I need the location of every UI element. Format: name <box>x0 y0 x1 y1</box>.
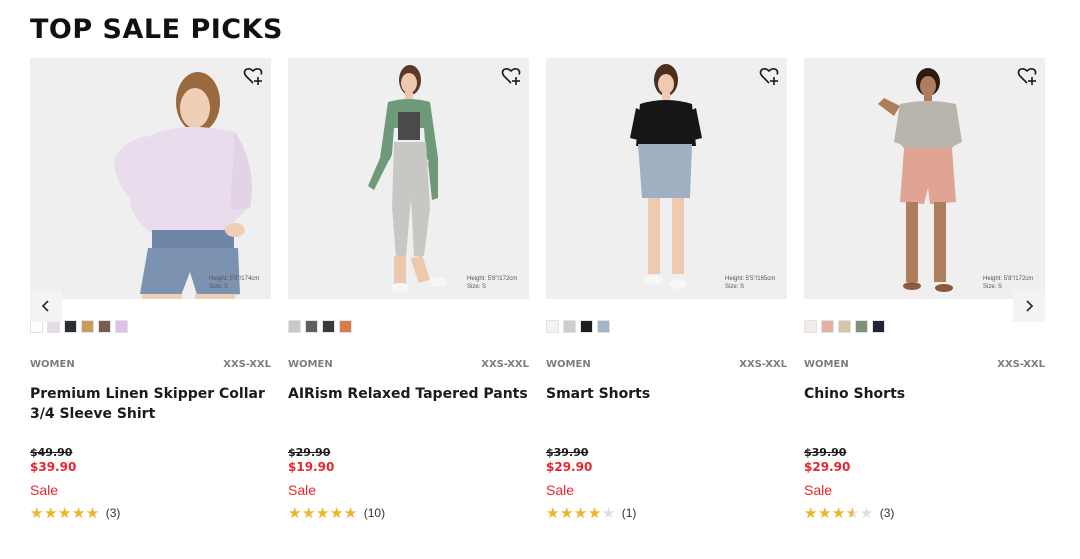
original-price: $49.90 <box>30 446 73 459</box>
add-to-wishlist-button[interactable] <box>759 66 779 86</box>
review-count[interactable]: (3) <box>880 505 895 521</box>
color-swatch[interactable] <box>597 320 610 333</box>
heart-plus-icon <box>501 67 521 85</box>
product-image[interactable]: Height: 5'5"/165cm Size: S <box>546 58 787 299</box>
color-swatch[interactable] <box>98 320 111 333</box>
product-meta: WOMEN XXS-XXL <box>288 359 529 371</box>
original-price: $39.90 <box>804 446 847 459</box>
section-title: TOP SALE PICKS <box>30 14 283 45</box>
model-height: Height: 5'8"/172cm <box>467 276 518 282</box>
model-info: Height: 5'5"/165cm Size: S <box>725 275 777 291</box>
sale-flag: Sale <box>30 482 59 498</box>
product-name[interactable]: AIRism Relaxed Tapered Pants <box>288 384 529 404</box>
color-swatch[interactable] <box>64 320 77 333</box>
product-image[interactable]: Height: 5'8"/172cm Size: S <box>288 58 529 299</box>
product-name[interactable]: Chino Shorts <box>804 384 1045 404</box>
color-swatch[interactable] <box>81 320 94 333</box>
color-swatch[interactable] <box>305 320 318 333</box>
product-size-range: XXS-XXL <box>223 359 271 370</box>
color-swatches <box>546 320 614 334</box>
product-meta: WOMEN XXS-XXL <box>30 359 271 371</box>
product-card[interactable]: Height: 5'9"/174cm Size: S WOMEN XXS-XXL… <box>30 58 271 522</box>
model-info: Height: 5'8"/172cm Size: S <box>983 275 1035 291</box>
star-icon: ★★★★★★★★★★ <box>288 505 358 522</box>
product-size-range: XXS-XXL <box>739 359 787 370</box>
product-gender: WOMEN <box>30 359 75 370</box>
color-swatch[interactable] <box>288 320 301 333</box>
product-name[interactable]: Smart Shorts <box>546 384 787 404</box>
star-icon: ★★★★★★★★★★ <box>804 505 874 522</box>
color-swatches <box>288 320 356 334</box>
review-count[interactable]: (10) <box>364 505 385 521</box>
product-image[interactable]: Height: 5'8"/172cm Size: S <box>804 58 1045 299</box>
original-price: $29.90 <box>288 446 331 459</box>
model-info: Height: 5'9"/174cm Size: S <box>209 275 261 291</box>
product-card[interactable]: Height: 5'5"/165cm Size: S WOMEN XXS-XXL… <box>546 58 787 522</box>
color-swatch[interactable] <box>804 320 817 333</box>
product-card[interactable]: Height: 5'8"/172cm Size: S WOMEN XXS-XXL… <box>804 58 1045 522</box>
color-swatch[interactable] <box>115 320 128 333</box>
model-info: Height: 5'8"/172cm Size: S <box>467 275 519 291</box>
sale-flag: Sale <box>288 482 317 498</box>
color-swatches <box>30 320 132 334</box>
product-rating: ★★★★★★★★★★ (1) <box>546 505 637 522</box>
model-height: Height: 5'8"/172cm <box>983 276 1034 282</box>
color-swatch[interactable] <box>339 320 352 333</box>
model-height: Height: 5'9"/174cm <box>209 276 260 282</box>
sale-price: $29.90 <box>546 460 593 474</box>
sale-price: $39.90 <box>30 460 77 474</box>
sale-price: $19.90 <box>288 460 335 474</box>
review-count[interactable]: (1) <box>622 505 637 521</box>
color-swatch[interactable] <box>563 320 576 333</box>
product-name[interactable]: Premium Linen Skipper Collar 3/4 Sleeve … <box>30 384 271 424</box>
model-height: Height: 5'5"/165cm <box>725 276 776 282</box>
sale-flag: Sale <box>546 482 575 498</box>
carousel-next-button[interactable] <box>1013 290 1045 322</box>
color-swatches <box>804 320 889 334</box>
product-size-range: XXS-XXL <box>481 359 529 370</box>
star-icon: ★★★★★★★★★★ <box>546 505 616 522</box>
add-to-wishlist-button[interactable] <box>1017 66 1037 86</box>
color-swatch[interactable] <box>821 320 834 333</box>
color-swatch[interactable] <box>838 320 851 333</box>
star-icon: ★★★★★★★★★★ <box>30 505 100 522</box>
chevron-left-icon <box>41 300 49 312</box>
heart-plus-icon <box>1017 67 1037 85</box>
review-count[interactable]: (3) <box>106 505 121 521</box>
color-swatch[interactable] <box>580 320 593 333</box>
product-rating: ★★★★★ ★★★★★ (10) <box>288 505 385 522</box>
model-photo <box>546 58 787 299</box>
product-size-range: XXS-XXL <box>997 359 1045 370</box>
model-photo <box>804 58 1045 299</box>
carousel-prev-button[interactable] <box>30 290 62 322</box>
product-image[interactable]: Height: 5'9"/174cm Size: S <box>30 58 271 299</box>
add-to-wishlist-button[interactable] <box>243 66 263 86</box>
product-rating: ★★★★★★★★★★ (3) <box>30 505 121 522</box>
chevron-right-icon <box>1026 300 1034 312</box>
product-rating: ★★★★★★★★★★ (3) <box>804 505 895 522</box>
product-meta: WOMEN XXS-XXL <box>804 359 1045 371</box>
sale-price: $29.90 <box>804 460 851 474</box>
model-size: Size: S <box>467 284 487 290</box>
original-price: $39.90 <box>546 446 589 459</box>
sale-flag: Sale <box>804 482 833 498</box>
color-swatch[interactable] <box>322 320 335 333</box>
heart-plus-icon <box>243 67 263 85</box>
model-photo <box>30 58 271 299</box>
color-swatch[interactable] <box>872 320 885 333</box>
color-swatch[interactable] <box>546 320 559 333</box>
product-card[interactable]: Height: 5'8"/172cm Size: S WOMEN XXS-XXL… <box>288 58 529 522</box>
model-size: Size: S <box>209 284 229 290</box>
product-gender: WOMEN <box>546 359 591 370</box>
color-swatch[interactable] <box>855 320 868 333</box>
model-photo <box>288 58 529 299</box>
model-size: Size: S <box>725 284 745 290</box>
product-meta: WOMEN XXS-XXL <box>546 359 787 371</box>
product-gender: WOMEN <box>288 359 333 370</box>
heart-plus-icon <box>759 67 779 85</box>
add-to-wishlist-button[interactable] <box>501 66 521 86</box>
product-gender: WOMEN <box>804 359 849 370</box>
